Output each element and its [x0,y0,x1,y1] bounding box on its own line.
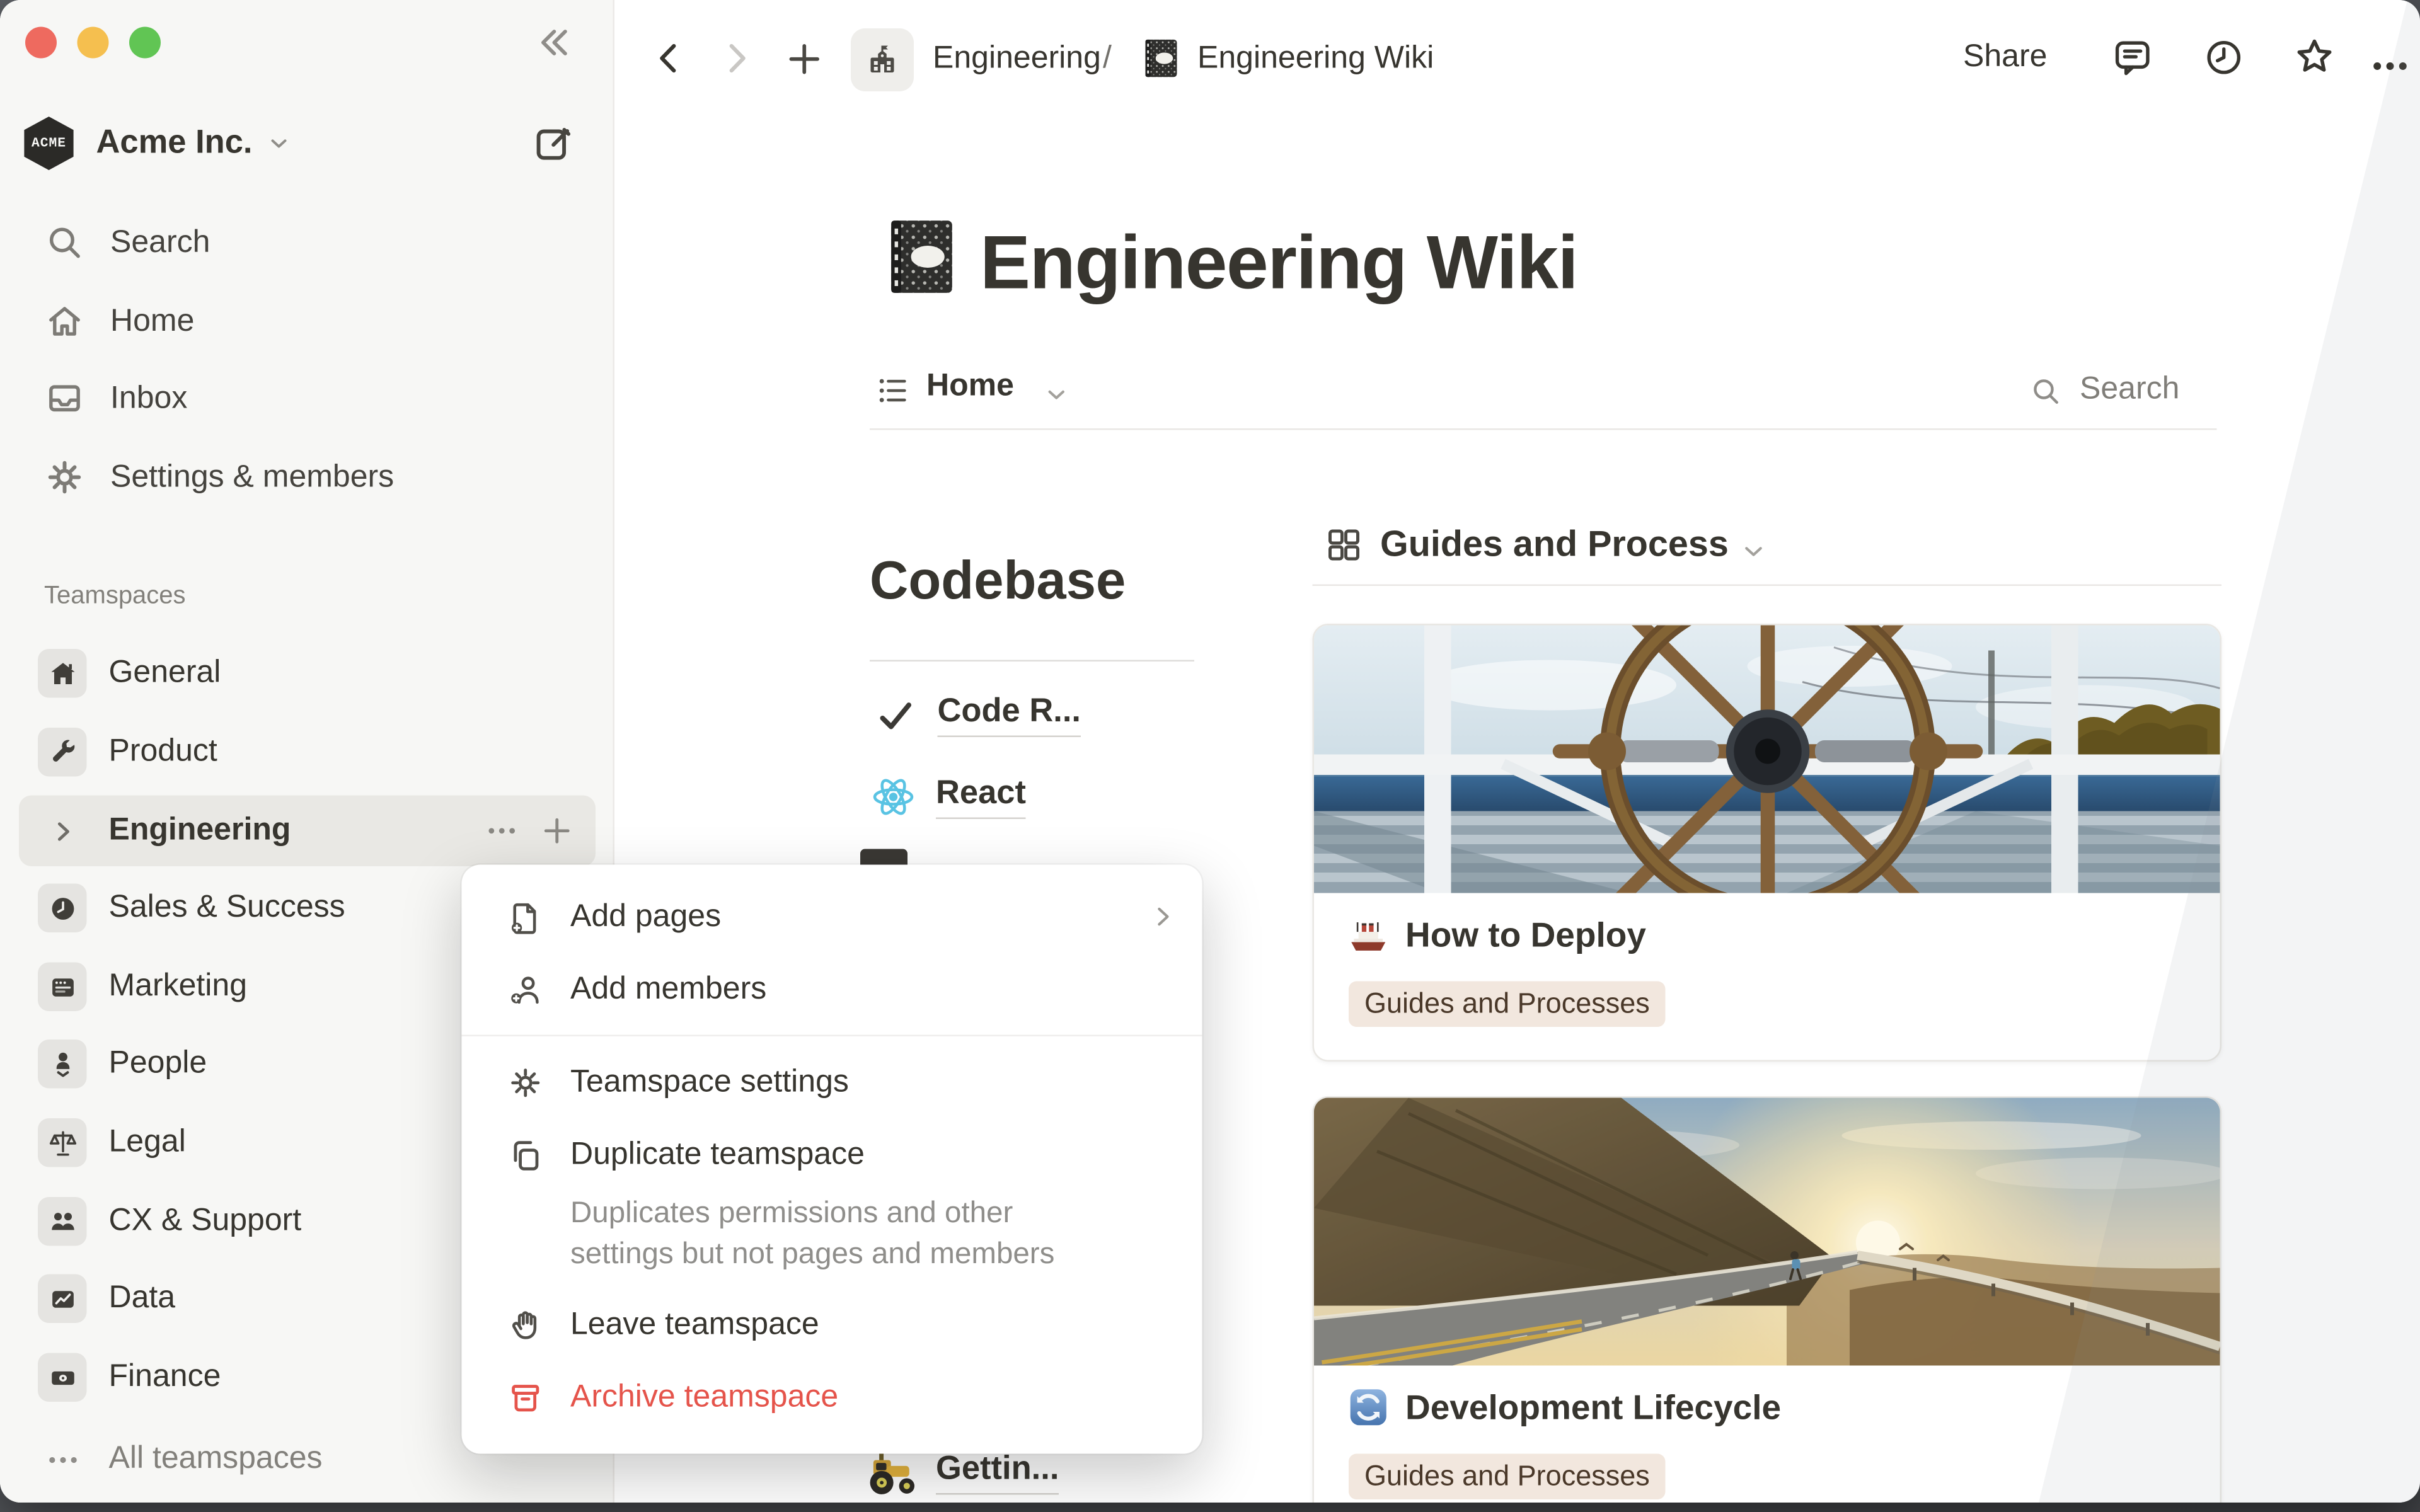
scales-icon [38,1118,87,1167]
sidebar-teamspace-general[interactable]: General [19,638,596,709]
chevron-down-icon[interactable] [1043,381,1070,408]
nav-forward-icon[interactable] [715,38,756,79]
notion-window: ACME Acme Inc. Search Home Inbox Setting… [0,0,2420,1503]
close-window-button[interactable] [25,27,57,59]
cycle-icon [1347,1386,1390,1429]
tag-guides-and-processes: Guides and Processes [1349,1454,1666,1500]
page-link-code-review[interactable]: Code R... [876,693,1081,737]
comments-icon[interactable] [2111,37,2154,79]
add-member-icon [507,971,544,1007]
double-chevron-left-icon[interactable] [529,21,573,65]
zoom-window-button[interactable] [129,27,161,59]
react-icon [870,774,917,821]
page-title: Engineering Wiki [980,220,1577,307]
add-page-plus-icon[interactable] [541,815,574,848]
new-page-compose-icon[interactable] [533,123,575,166]
duplicate-icon [507,1137,544,1173]
tag-guides-and-processes: Guides and Processes [1349,982,1666,1028]
nav-back-icon[interactable] [649,38,690,79]
clock-icon [38,884,87,933]
menu-item-add-members[interactable]: Add members [462,953,1202,1026]
menu-item-archive-teamspace[interactable]: Archive teamspace [462,1361,1202,1433]
home-icon [44,301,85,342]
chevron-down-icon[interactable] [1739,537,1768,566]
page-link-react[interactable]: React [870,774,1026,821]
workspace-switcher[interactable]: ACME Acme Inc. [22,109,510,178]
wrench-icon [38,728,87,777]
codebase-heading: Codebase [870,551,1126,613]
inbox-icon [44,378,85,419]
person-icon [38,1040,87,1089]
card-how-to-deploy[interactable]: How to Deploy Guides and Processes [1313,624,2222,1062]
sidebar-teamspace-product[interactable]: Product [19,717,596,788]
menu-item-duplicate-teamspace[interactable]: Duplicate teamspace [462,1118,1202,1191]
view-tab-home[interactable]: Home [926,369,1014,405]
sidebar-teamspace-engineering[interactable]: Engineering [19,796,596,867]
divider [870,428,2217,430]
sidebar-item-settings[interactable]: Settings & members [19,443,596,512]
grid-icon [1325,526,1363,564]
card-development-lifecycle[interactable]: Development Lifecycle Guides and Process… [1313,1096,2222,1503]
check-icon [876,696,916,735]
add-page-plus-icon[interactable] [785,40,824,79]
favorite-star-icon[interactable] [2293,35,2337,79]
sidebar-item-search[interactable]: Search [19,208,596,277]
archive-icon [507,1379,544,1416]
people-icon [38,1197,87,1246]
bulleted-list-icon [876,374,911,408]
divider [870,660,1194,662]
menu-item-teamspace-settings[interactable]: Teamspace settings [462,1046,1202,1118]
menu-divider [462,1035,1202,1037]
updates-clock-icon[interactable] [2203,37,2245,79]
menu-item-leave-teamspace[interactable]: Leave teamspace [462,1288,1202,1361]
chevron-down-icon [267,131,292,156]
gear-icon [507,1064,544,1101]
chart-icon [38,1274,87,1324]
gallery-view-title[interactable]: Guides and Process [1380,523,1729,566]
partially-hidden-page-icon [860,849,908,865]
gear-icon [44,457,85,498]
search-icon[interactable] [2029,375,2063,408]
workspace-name: Acme Inc. [96,125,253,163]
teamspaces-section-label: Teamspaces [44,583,186,611]
chevron-right-icon[interactable] [38,806,87,856]
breadcrumb-separator: / [1103,41,1112,77]
breadcrumb-engineering[interactable]: Engineering [933,41,1101,77]
dots-icon [38,1435,87,1484]
breadcrumb-engineering-wiki[interactable]: Engineering Wiki [1197,41,1434,77]
chevron-right-icon [1149,903,1177,931]
ship-icon [1347,914,1390,956]
card-cover-ship-wheel [1314,626,2220,893]
more-options-icon[interactable] [2370,46,2411,87]
sidebar-item-inbox[interactable]: Inbox [19,364,596,433]
add-page-icon [507,898,544,935]
page-notebook-icon[interactable] [876,211,967,302]
hand-icon [507,1307,544,1343]
sidebar-item-home[interactable]: Home [19,287,596,356]
menu-item-description: Duplicates permissions and other setting… [462,1191,1129,1288]
search-icon [44,222,85,263]
view-search-label[interactable]: Search [2080,372,2179,408]
card-cover-mountain-road [1314,1098,2220,1366]
notebook-icon [1138,35,1185,82]
divider [1313,585,2222,587]
more-options-icon[interactable] [485,815,519,848]
menu-item-add-pages[interactable]: Add pages [462,881,1202,953]
banknote-icon [38,1353,87,1402]
browser-icon [38,963,87,1012]
workspace-logo: ACME [22,117,76,170]
building-icon[interactable] [851,28,914,91]
desktop-background: ACME Acme Inc. Search Home Inbox Setting… [0,0,2420,1512]
share-button[interactable]: Share [1963,40,2047,76]
house-icon [38,649,87,698]
teamspace-context-menu: Add pages Add members Teamspace settings… [462,865,1202,1454]
minimize-window-button[interactable] [78,27,109,59]
